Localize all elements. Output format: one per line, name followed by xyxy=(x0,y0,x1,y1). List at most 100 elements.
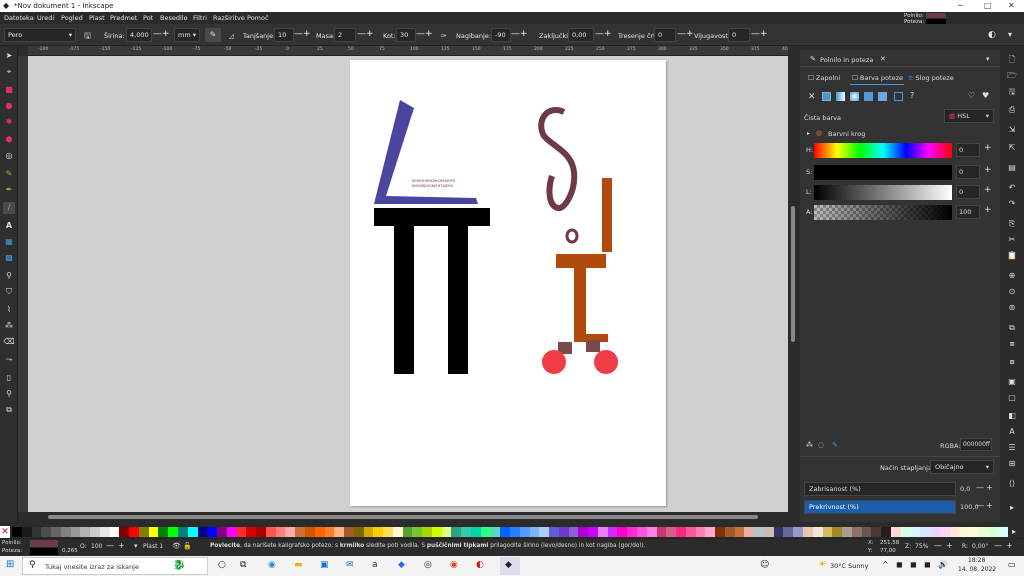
mass-input[interactable]: 2 xyxy=(334,28,356,42)
palette-swatch[interactable] xyxy=(422,527,432,537)
angle-input[interactable]: 30 xyxy=(396,28,416,42)
hue-plus-button[interactable]: + xyxy=(984,143,992,153)
palette-swatch[interactable] xyxy=(451,527,462,537)
palette-swatch[interactable] xyxy=(21,527,32,537)
expander-icon[interactable]: ▸ xyxy=(807,130,810,137)
color-managed-icon[interactable]: ⁂ xyxy=(806,441,813,449)
tray-chevron-icon[interactable]: ^ xyxy=(882,560,889,569)
palette-swatch[interactable] xyxy=(324,527,335,537)
palette-swatch[interactable] xyxy=(490,527,501,537)
lightness-plus-button[interactable]: + xyxy=(984,185,992,195)
weather-text[interactable]: 30°C Sunny xyxy=(830,562,868,570)
palette-swatch[interactable] xyxy=(597,527,608,537)
rotation-plus-button[interactable]: + xyxy=(1006,541,1013,550)
palette-swatch[interactable] xyxy=(334,527,345,537)
unset-paint-icon[interactable]: ? xyxy=(910,91,914,100)
menu-pot[interactable]: Pot xyxy=(143,14,153,22)
open-icon[interactable]: 🗁 xyxy=(1006,70,1018,82)
palette-swatch[interactable] xyxy=(256,527,266,537)
palette-swatch[interactable] xyxy=(832,527,843,537)
palette-swatch[interactable] xyxy=(285,527,296,537)
zoom-input[interactable]: 75% xyxy=(915,543,928,550)
tab-stroke-paint[interactable]: ☐ Barva poteze xyxy=(852,74,903,82)
clock-time[interactable]: 18:28 xyxy=(968,557,985,564)
opacity-slider[interactable]: Prekrivnost (%) xyxy=(804,500,956,514)
file-explorer-icon[interactable]: ▬ xyxy=(294,560,303,570)
connector-tool-icon[interactable]: ⤳ xyxy=(3,354,15,366)
mesh-tool-icon[interactable]: ▩ xyxy=(3,252,15,264)
palette-swatch[interactable] xyxy=(510,527,520,537)
palette-swatch[interactable] xyxy=(265,527,276,537)
red-wheel-right[interactable] xyxy=(594,350,618,374)
palette-swatch[interactable] xyxy=(969,527,979,537)
orange-vertical-bar[interactable] xyxy=(602,178,612,252)
zoom-tool-icon[interactable]: ⚲ xyxy=(3,388,15,400)
menu-pomoc[interactable]: Pomoč xyxy=(247,14,269,22)
width-minus-button[interactable]: — xyxy=(153,29,162,39)
zoom-page-icon[interactable]: ⊚ xyxy=(1006,302,1018,314)
selector-tool-icon[interactable]: ➤ xyxy=(3,50,15,62)
swatch-icon[interactable] xyxy=(894,92,903,101)
duplicate-icon[interactable]: ⧉ xyxy=(1006,322,1018,334)
linear-gradient-icon[interactable] xyxy=(836,92,845,101)
palette-swatch[interactable] xyxy=(549,527,559,537)
canvas-text-line-2[interactable]: JSBGRKJHGKJEHTKJERH xyxy=(411,184,454,188)
spray-tool-icon[interactable]: ⁂ xyxy=(3,320,15,332)
tilt-icon[interactable]: ✑ xyxy=(441,32,446,40)
palette-swatch[interactable] xyxy=(402,527,413,537)
fill-rule-nonzero-icon[interactable]: ♥ xyxy=(982,91,989,100)
align-icon[interactable]: ⊞ xyxy=(1006,458,1018,470)
clock-date[interactable]: 14. 08. 2022 xyxy=(958,566,996,573)
tray-icon-2[interactable]: ◼ xyxy=(910,560,917,569)
status-stroke-swatch[interactable] xyxy=(30,548,58,555)
menu-besedilo[interactable]: Besedilo xyxy=(160,14,188,22)
color-wheel-label[interactable]: Barvni krog xyxy=(828,130,865,138)
horizontal-scroll-thumb[interactable] xyxy=(48,515,758,519)
save-icon[interactable]: 🖫 xyxy=(1006,86,1018,98)
tremor-minus-button[interactable]: — xyxy=(677,29,686,39)
zoom-selection-icon[interactable]: ⊕ xyxy=(1006,270,1018,282)
palette-swatch[interactable] xyxy=(373,527,384,537)
chrome-icon[interactable]: ◉ xyxy=(450,560,458,570)
palette-swatch[interactable] xyxy=(314,527,325,537)
blend-mode-select[interactable]: Običajno ▾ xyxy=(930,460,994,474)
palette-swatch[interactable] xyxy=(363,527,374,537)
opacity-minus-button[interactable]: — xyxy=(976,501,984,510)
vertical-scrollbar[interactable] xyxy=(788,46,798,512)
palette-swatch[interactable] xyxy=(842,527,852,537)
rotation-input[interactable]: 0,00° xyxy=(972,543,988,550)
eraser-tool-icon[interactable]: ⌫ xyxy=(3,336,15,348)
blur-slider[interactable]: Zabrisanost (%) xyxy=(804,482,956,496)
palette-swatch[interactable] xyxy=(793,527,804,537)
palette-swatch[interactable] xyxy=(217,527,227,537)
opacity-plus-button[interactable]: + xyxy=(986,501,993,510)
palette-swatch[interactable] xyxy=(734,527,745,537)
export-icon[interactable]: ⇱ xyxy=(1006,142,1018,154)
layer-lock-icon[interactable]: 🔓 xyxy=(183,542,192,550)
status-fill-swatch[interactable] xyxy=(30,540,58,547)
pressure-toggle-icon[interactable]: ✎ xyxy=(205,28,221,42)
palette-swatch[interactable] xyxy=(148,527,159,537)
mesh-gradient-icon[interactable] xyxy=(864,92,873,101)
caps-plus-button[interactable]: + xyxy=(604,29,612,39)
palette-swatch[interactable] xyxy=(744,527,755,537)
new-document-icon[interactable]: 🗋 xyxy=(1006,54,1018,66)
no-paint-icon[interactable]: ✕ xyxy=(808,92,816,102)
palette-swatch[interactable] xyxy=(109,527,120,537)
cortana-icon[interactable]: ○ xyxy=(218,560,226,570)
more-commands-icon[interactable]: ▸ xyxy=(1006,502,1018,514)
unlink-clone-icon[interactable]: ⧇ xyxy=(1006,356,1018,368)
menu-datoteka[interactable]: Datoteka xyxy=(4,14,34,22)
palette-swatch[interactable] xyxy=(812,527,823,537)
palette-swatch[interactable] xyxy=(715,527,725,537)
palette-swatch[interactable] xyxy=(353,527,364,537)
mass-minus-button[interactable]: — xyxy=(357,29,366,39)
document-properties-icon[interactable]: ▤ xyxy=(1006,162,1018,174)
black-table-leg-right[interactable] xyxy=(448,226,468,374)
tilt-input[interactable]: -90 xyxy=(491,28,511,42)
alpha-plus-button[interactable]: + xyxy=(984,205,992,215)
palette-swatch[interactable] xyxy=(695,527,706,537)
snap-menu-chevron-icon[interactable]: ▾ xyxy=(1008,30,1012,39)
palette-swatch[interactable] xyxy=(99,527,110,537)
copy-icon[interactable]: ⎘ xyxy=(1006,218,1018,230)
